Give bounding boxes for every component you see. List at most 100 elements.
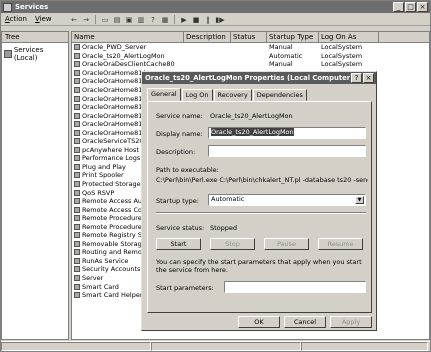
service-name: Server: [82, 274, 104, 283]
service-name: Smart Card: [82, 282, 119, 291]
dialog-tabs: General Log On Recovery Dependencies: [147, 88, 308, 101]
start-parameters-field[interactable]: [224, 281, 366, 293]
service-icon: [74, 215, 80, 222]
column-header-log-on-as[interactable]: Log On As: [319, 32, 379, 42]
service-startup-type: Manual: [269, 60, 293, 69]
title-bar: Services _ □ ×: [1, 1, 430, 13]
list-header: Name Description Status Startup Type Log…: [72, 32, 429, 43]
stop-button[interactable]: Stop: [210, 238, 255, 250]
service-name: Performance Logs ar: [82, 154, 149, 163]
pause-button[interactable]: Pause: [264, 238, 309, 250]
tab-general[interactable]: General: [147, 88, 181, 101]
dialog-help-button[interactable]: ?: [351, 73, 362, 83]
properties-icon[interactable]: ▤: [112, 15, 122, 24]
status-pane: [151, 342, 301, 351]
service-icon: [74, 61, 80, 68]
display-name-field[interactable]: Oracle_ts20_AlertLogMon: [208, 127, 366, 139]
menu-view[interactable]: View: [35, 15, 52, 23]
startup-type-select[interactable]: Automatic ▼: [208, 194, 366, 206]
maximize-button[interactable]: □: [405, 2, 416, 12]
ok-button[interactable]: OK: [238, 316, 280, 328]
minimize-button[interactable]: _: [393, 2, 404, 12]
tab-recovery[interactable]: Recovery: [213, 89, 252, 101]
column-header-name[interactable]: Name: [72, 32, 184, 42]
description-field[interactable]: [208, 145, 366, 157]
status-bar: [1, 341, 430, 351]
help-icon[interactable]: ?: [148, 15, 158, 24]
column-header-status[interactable]: Status: [231, 32, 267, 42]
display-name-label: Display name:: [156, 130, 203, 138]
forward-icon[interactable]: →: [81, 15, 91, 24]
table-row[interactable]: Oracle_ts20_AlertLogMon Automatic LocalSys…: [72, 52, 429, 61]
up-folder-icon[interactable]: ▭: [100, 15, 110, 24]
service-name: pcAnywhere Host Se: [82, 145, 150, 154]
service-startup-type: Automatic: [269, 51, 303, 60]
restart-icon[interactable]: ▮▶: [215, 15, 225, 24]
path-label: Path to executable:: [156, 166, 219, 174]
tab-log-on[interactable]: Log On: [181, 89, 213, 101]
service-status-label: Service status:: [156, 224, 205, 232]
service-icon: [74, 78, 80, 85]
service-icon: [74, 189, 80, 196]
tab-dependencies[interactable]: Dependencies: [252, 89, 307, 101]
stop-icon[interactable]: ■: [191, 15, 201, 24]
service-name: Oracle_ts20_AlertLogMon: [82, 51, 165, 60]
cancel-button[interactable]: Cancel: [284, 316, 326, 328]
services-icon: [4, 50, 12, 58]
service-icon: [74, 129, 80, 136]
service-icon: [74, 232, 80, 239]
start-button[interactable]: Start: [156, 238, 201, 250]
service-log-on-as: LocalSystem: [321, 51, 363, 60]
service-icon: [74, 198, 80, 205]
dialog-close-button[interactable]: ×: [363, 73, 374, 83]
service-name: Smart Card Helper: [82, 291, 143, 300]
pause-icon[interactable]: ‖: [203, 15, 213, 24]
chevron-down-icon[interactable]: ▼: [355, 196, 364, 204]
back-icon[interactable]: ←: [69, 15, 79, 24]
close-button[interactable]: ×: [417, 2, 428, 12]
status-pane: [301, 342, 428, 351]
apply-button[interactable]: Apply: [330, 316, 372, 328]
services-window: Services _ □ × Action View ← → ▭ ▤ ▣ ▥ ?…: [0, 0, 431, 352]
service-icon: [74, 257, 80, 264]
refresh-icon[interactable]: ▣: [124, 15, 134, 24]
path-value: C:\Perl\bin\Perl.exe C:\Perl\bin\chkaler…: [156, 176, 368, 184]
properties-dialog: Oracle_ts20_AlertLogMon Properties (Loca…: [141, 71, 377, 331]
table-row[interactable]: OracleOraDesClientCache80 Manual LocalSyst…: [72, 60, 429, 69]
general-tab-panel: Service name: Oracle_ts20_AlertLogMon Di…: [147, 101, 372, 313]
service-icon: [74, 146, 80, 153]
service-status-value: Stopped: [210, 224, 238, 232]
service-log-on-as: LocalSystem: [321, 43, 363, 52]
menu-action[interactable]: Action: [5, 15, 27, 23]
service-icon: [74, 87, 80, 93]
play-icon[interactable]: ▶: [179, 15, 189, 24]
service-icon: [74, 181, 80, 188]
table-row[interactable]: Oracle_PWD_Server Manual LocalSystem: [72, 43, 429, 52]
tree-item-services-local[interactable]: Services (Local): [2, 43, 68, 62]
service-name: RunAs Service: [82, 256, 129, 265]
service-icon: [74, 112, 80, 119]
service-icon: [74, 121, 80, 128]
help-topics-icon[interactable]: ▦: [160, 15, 170, 24]
service-name-cell: Oracle_ts20_AlertLogMon: [72, 52, 184, 60]
service-icon: [74, 275, 80, 282]
resume-button[interactable]: Resume: [318, 238, 363, 250]
service-name: Security Accounts M: [82, 265, 149, 274]
service-icon: [74, 172, 80, 179]
service-name: Remote Registry Ser: [82, 231, 149, 240]
service-name: OracleOraDesClientCache80: [82, 60, 175, 69]
column-header-description[interactable]: Description: [184, 32, 231, 42]
service-icon: [74, 52, 80, 59]
service-icon: [74, 138, 80, 145]
service-icon: [74, 249, 80, 256]
service-icon: [74, 155, 80, 162]
service-name: Remote Procedure C: [82, 222, 149, 231]
service-name: Routing and Remote: [82, 248, 149, 257]
service-log-on-as: LocalSystem: [321, 60, 363, 69]
toolbar-separator: [174, 15, 175, 24]
service-name: Remote Access Auto: [82, 197, 149, 206]
export-icon[interactable]: ▥: [136, 15, 146, 24]
column-header-startup-type[interactable]: Startup Type: [267, 32, 319, 42]
tree-header: Tree: [2, 32, 68, 43]
description-label: Description:: [156, 148, 196, 156]
